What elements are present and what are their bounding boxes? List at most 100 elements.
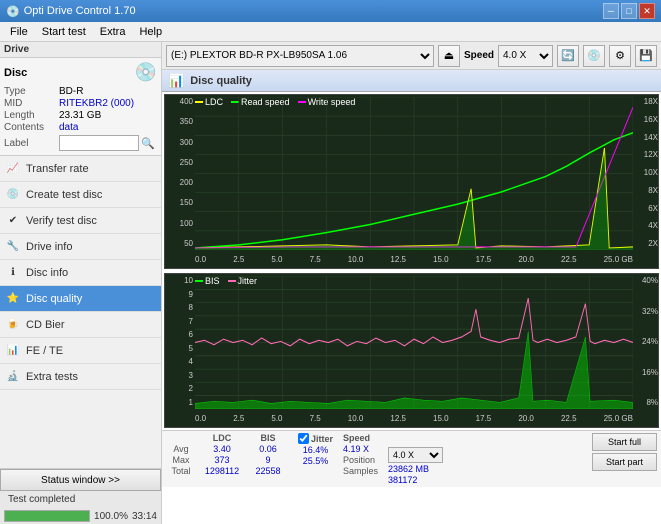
max-label: Max [166, 455, 196, 465]
chart-title: Disc quality [190, 75, 252, 87]
disc-quality-icon: ⭐ [6, 292, 20, 306]
jitter-header: Jitter [311, 434, 333, 444]
top-chart-svg [195, 97, 633, 250]
app-icon: 💿 [6, 5, 20, 18]
nav-create-test-disc-label: Create test disc [26, 189, 102, 201]
position-section: 4.0 X 23862 MB 381172 [388, 433, 443, 485]
disc-panel: Disc 💿 Type BD-R MID RITEKBR2 (000) Leng… [0, 58, 161, 156]
menu-help[interactable]: Help [133, 24, 168, 40]
contents-label: Contents [4, 122, 59, 133]
cd-bier-icon: 🍺 [6, 318, 20, 332]
sidebar: Drive Disc 💿 Type BD-R MID RITEKBR2 (000… [0, 42, 162, 524]
top-y-axis-right: 18X 16X 14X 12X 10X 8X 6X 4X 2X [633, 95, 658, 248]
nav-disc-quality[interactable]: ⭐ Disc quality [0, 286, 161, 312]
avg-bis: 0.06 [248, 444, 288, 454]
start-full-button[interactable]: Start full [592, 433, 657, 451]
top-y-axis-left: 400 350 300 250 200 150 100 50 [165, 95, 195, 248]
nav-verify-test-disc-label: Verify test disc [26, 215, 97, 227]
close-button[interactable]: ✕ [639, 3, 655, 19]
position-label: Position [343, 455, 378, 465]
length-value: 23.31 GB [59, 110, 101, 121]
status-window-button[interactable]: Status window >> [0, 469, 161, 491]
max-jitter: 25.5% [298, 456, 333, 466]
avg-label: Avg [166, 444, 196, 454]
nav-section: 📈 Transfer rate 💿 Create test disc ✔ Ver… [0, 156, 161, 468]
position-value: 23862 MB [388, 464, 443, 474]
bottom-chart-canvas [195, 276, 633, 409]
save-button[interactable]: 💾 [635, 45, 657, 67]
type-label: Type [4, 86, 59, 97]
menu-start-test[interactable]: Start test [36, 24, 92, 40]
nav-disc-info-label: Disc info [26, 267, 68, 279]
nav-disc-info[interactable]: ℹ Disc info [0, 260, 161, 286]
menu-file[interactable]: File [4, 24, 34, 40]
progress-bar [4, 510, 90, 522]
max-bis: 9 [248, 455, 288, 465]
disc-button[interactable]: 💿 [583, 45, 605, 67]
label-edit-icon[interactable]: 🔍 [141, 137, 155, 150]
label-input[interactable] [59, 135, 139, 151]
minimize-button[interactable]: ─ [603, 3, 619, 19]
total-ldc: 1298112 [198, 466, 246, 476]
jitter-checkbox[interactable] [298, 433, 309, 444]
bottom-y-axis-right: 40% 32% 24% 16% 8% [633, 274, 658, 407]
menu-extra[interactable]: Extra [94, 24, 132, 40]
speed-stats-header: Speed [343, 433, 378, 443]
bottom-chart-svg [195, 276, 633, 409]
speed-stats-section: Speed 4.19 X Position Samples [343, 433, 378, 476]
content-area: (E:) PLEXTOR BD-R PX-LB950SA 1.06 ⏏ Spee… [162, 42, 661, 524]
stats-table: LDC BIS Avg 3.40 0.06 Max 373 9 Total 12… [166, 433, 288, 476]
drive-selector[interactable]: (E:) PLEXTOR BD-R PX-LB950SA 1.06 [166, 45, 434, 67]
action-buttons: Start full Start part [592, 433, 657, 471]
jitter-section: Jitter 16.4% 25.5% [298, 433, 333, 467]
progress-bar-fill [5, 511, 89, 521]
nav-cd-bier-label: CD Bier [26, 319, 65, 331]
top-chart: LDC Read speed Write speed 400 350 300 2… [164, 94, 659, 269]
fe-te-icon: 📊 [6, 344, 20, 358]
title-bar-text: Opti Drive Control 1.70 [24, 5, 136, 17]
drive-info-icon: 🔧 [6, 240, 20, 254]
top-chart-canvas [195, 97, 633, 250]
avg-jitter: 16.4% [298, 445, 333, 455]
nav-extra-tests[interactable]: 🔬 Extra tests [0, 364, 161, 390]
contents-value: data [59, 122, 78, 133]
total-bis: 22558 [248, 466, 288, 476]
mid-value: RITEKBR2 (000) [59, 98, 134, 109]
nav-cd-bier[interactable]: 🍺 CD Bier [0, 312, 161, 338]
mid-label: MID [4, 98, 59, 109]
create-test-disc-icon: 💿 [6, 188, 20, 202]
speed-final-select[interactable]: 4.0 X [388, 447, 443, 463]
speed-icon[interactable]: 🔄 [557, 45, 579, 67]
label-label: Label [4, 138, 59, 149]
length-label: Length [4, 110, 59, 121]
avg-ldc: 3.40 [198, 444, 246, 454]
progress-percent: 100.0% [94, 511, 128, 522]
menu-bar: File Start test Extra Help [0, 22, 661, 42]
nav-transfer-rate[interactable]: 📈 Transfer rate [0, 156, 161, 182]
nav-drive-info[interactable]: 🔧 Drive info [0, 234, 161, 260]
bottom-x-axis: 0.0 2.5 5.0 7.5 10.0 12.5 15.0 17.5 20.0… [195, 409, 633, 427]
time-display: 33:14 [132, 511, 157, 522]
start-part-button[interactable]: Start part [592, 453, 657, 471]
speed-selector[interactable]: 4.0 X [498, 45, 553, 67]
drive-section: Drive [0, 42, 161, 58]
speed-label: Speed [464, 50, 494, 61]
bis-header: BIS [248, 433, 288, 443]
nav-transfer-rate-label: Transfer rate [26, 163, 89, 175]
samples-label: Samples [343, 466, 378, 476]
top-x-axis: 0.0 2.5 5.0 7.5 10.0 12.5 15.0 17.5 20.0… [195, 250, 633, 268]
speed-selector-display: 4.0 X [388, 447, 443, 463]
ldc-header: LDC [198, 433, 246, 443]
drive-label: Drive [4, 44, 29, 55]
stats-row: LDC BIS Avg 3.40 0.06 Max 373 9 Total 12… [162, 430, 661, 487]
transfer-rate-icon: 📈 [6, 162, 20, 176]
nav-fe-te[interactable]: 📊 FE / TE [0, 338, 161, 364]
nav-create-test-disc[interactable]: 💿 Create test disc [0, 182, 161, 208]
maximize-button[interactable]: □ [621, 3, 637, 19]
avg-speed: 4.19 X [343, 444, 378, 454]
eject-button[interactable]: ⏏ [438, 45, 460, 67]
status-text: Test completed [4, 493, 79, 506]
verify-test-disc-icon: ✔ [6, 214, 20, 228]
settings-button[interactable]: ⚙ [609, 45, 631, 67]
nav-verify-test-disc[interactable]: ✔ Verify test disc [0, 208, 161, 234]
